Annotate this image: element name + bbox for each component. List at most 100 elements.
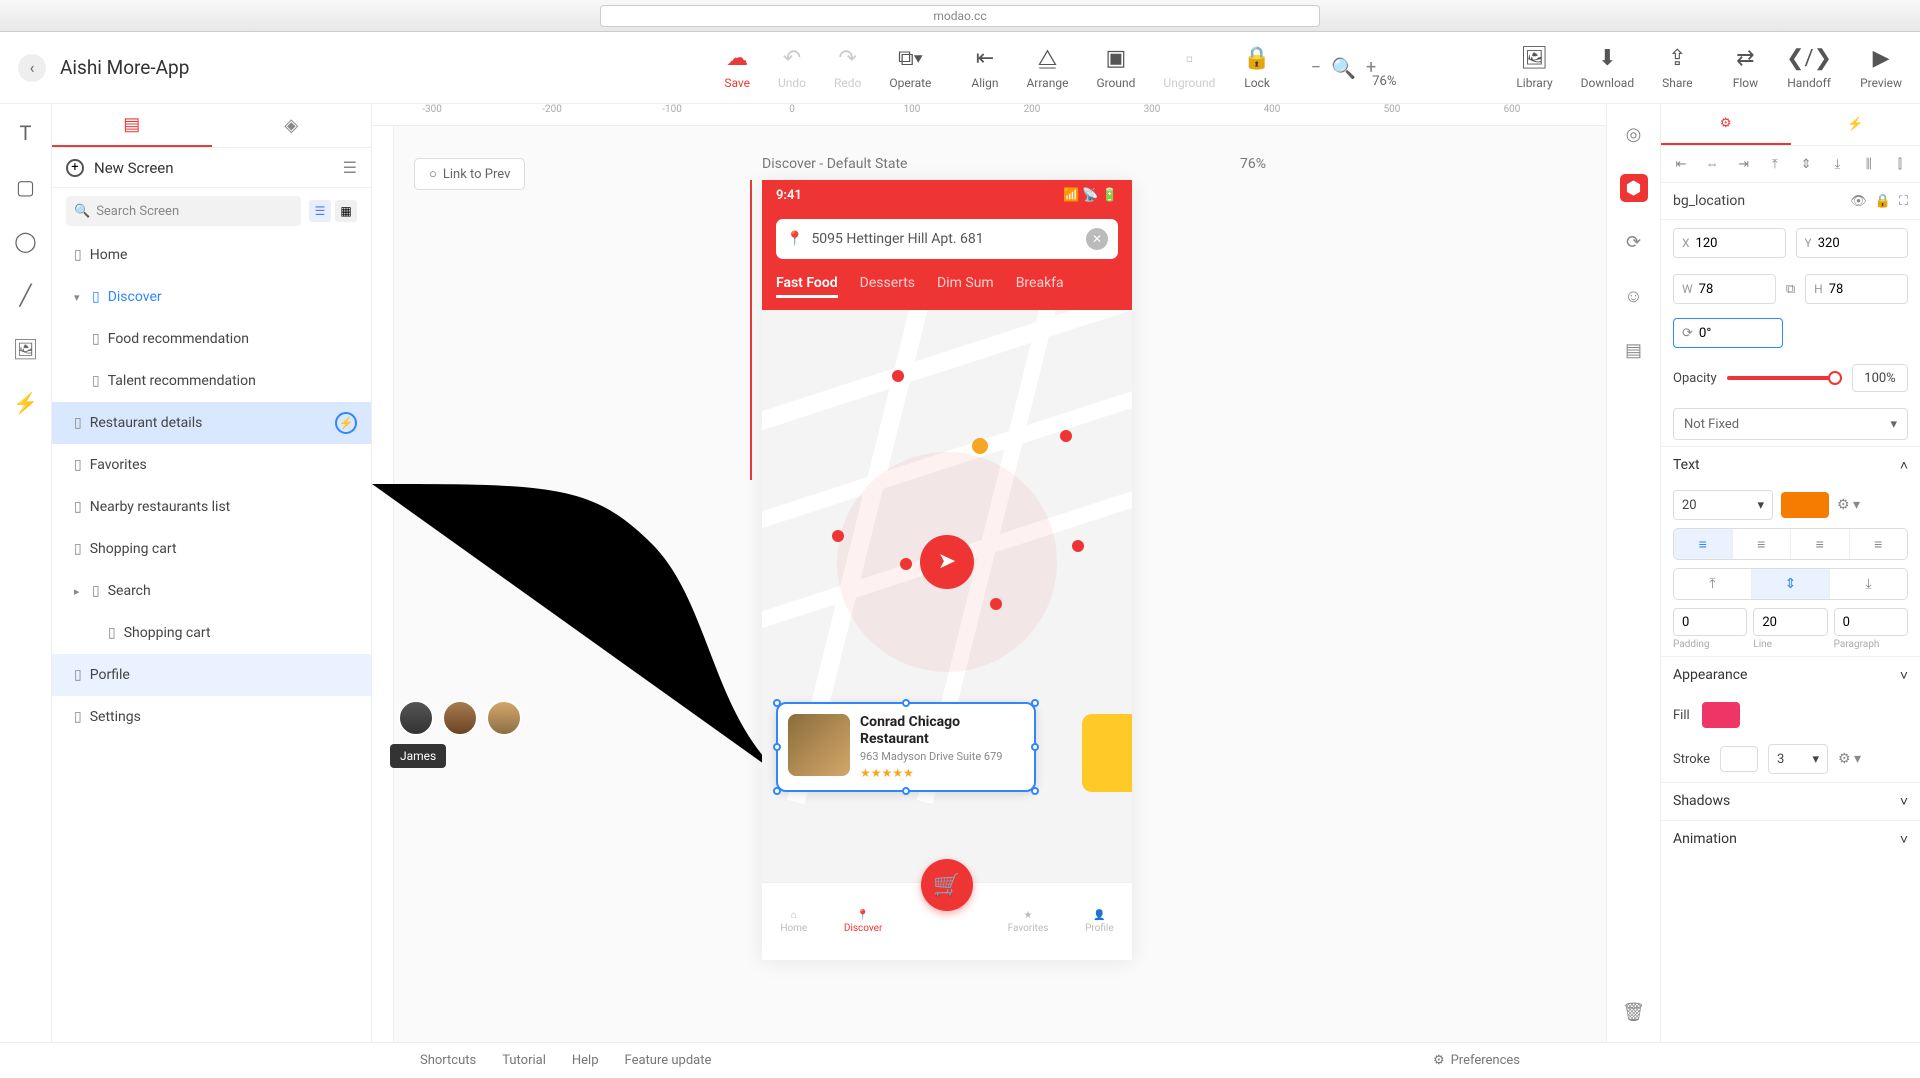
map-pin[interactable] <box>1060 430 1072 442</box>
unground-button[interactable]: ▫Unground <box>1163 46 1215 90</box>
tab-home[interactable]: ⌂Home <box>780 910 807 934</box>
screen-item-search[interactable]: ▸▯Search <box>52 570 371 612</box>
new-screen-row[interactable]: + New Screen ☰ <box>52 148 371 188</box>
w-input[interactable]: W <box>1673 274 1776 304</box>
back-button[interactable]: ‹ <box>18 54 46 82</box>
share-button[interactable]: ⇪Share <box>1662 46 1693 90</box>
list-view-button[interactable]: ☰ <box>309 200 331 222</box>
screen-item-profile[interactable]: ▯Porfile <box>52 654 371 696</box>
cart-fab[interactable]: 🛒 <box>921 859 973 911</box>
align-middle-button[interactable]: ⇕ <box>1752 569 1830 599</box>
undo-button[interactable]: ↶Undo <box>778 46 806 90</box>
animation-section-head[interactable]: Animation˅ <box>1661 820 1920 858</box>
screen-item-nearby[interactable]: ▯Nearby restaurants list <box>52 486 371 528</box>
align-button[interactable]: ⇤Align <box>971 46 998 90</box>
x-input[interactable]: X <box>1673 228 1786 258</box>
screen-item-cart[interactable]: ▯Shopping cart <box>52 528 371 570</box>
address-search-field[interactable]: 📍 5095 Hettinger Hill Apt. 681 ✕ <box>776 219 1118 259</box>
appearance-section-head[interactable]: Appearance˅ <box>1661 656 1920 694</box>
rotation-input[interactable]: ⟳ <box>1673 318 1783 348</box>
operate-button[interactable]: ⧉▾Operate <box>889 46 931 90</box>
emoji-icon[interactable]: ☺ <box>1620 282 1648 310</box>
grid-view-button[interactable]: ▦ <box>335 200 357 222</box>
h-input[interactable]: H <box>1805 274 1908 304</box>
align-left-button[interactable]: ≡ <box>1674 529 1733 559</box>
stroke-width-select[interactable]: 3▾ <box>1768 744 1828 774</box>
preferences-link[interactable]: ⚙Preferences <box>1433 1053 1520 1068</box>
avatar[interactable] <box>398 700 434 736</box>
restaurant-card-selected[interactable]: Conrad Chicago Restaurant 963 Madyson Dr… <box>776 702 1036 792</box>
preview-button[interactable]: ▶Preview <box>1860 46 1902 90</box>
screen-item-discover[interactable]: ▾▯Discover <box>52 276 371 318</box>
screen-item-restaurant-details[interactable]: ▯Restaurant details⚡ <box>52 402 371 444</box>
font-size-select[interactable]: 20▾ <box>1673 490 1773 520</box>
screen-item-talent-rec[interactable]: ▯Talent recommendation <box>52 360 371 402</box>
opacity-value[interactable]: 100% <box>1852 364 1908 392</box>
screen-item-cart-2[interactable]: ▯Shopping cart <box>52 612 371 654</box>
map-pin-orange[interactable] <box>972 438 988 454</box>
trash-icon[interactable]: 🗑 <box>1620 998 1648 1026</box>
zoom-minus-icon[interactable]: − <box>1311 57 1321 78</box>
opacity-slider[interactable] <box>1727 376 1842 380</box>
image-tool[interactable]: 🖼 <box>13 336 39 362</box>
rect-tool[interactable]: ▢ <box>13 174 39 200</box>
align-center-icon[interactable]: ⇔ <box>1702 154 1722 174</box>
align-middle-icon[interactable]: ⇕ <box>1796 154 1816 174</box>
distribute-v-icon[interactable]: ⫿ <box>1890 154 1910 174</box>
cube-icon[interactable]: ⬢ <box>1620 174 1648 202</box>
stroke-color-swatch[interactable] <box>1720 746 1758 772</box>
line-tool[interactable]: ╱ <box>13 282 39 308</box>
paragraph-input[interactable] <box>1834 608 1908 636</box>
avatar[interactable] <box>486 700 522 736</box>
eye-icon[interactable]: 👁 <box>1850 194 1867 209</box>
avatar[interactable] <box>442 700 478 736</box>
screen-item-favorites[interactable]: ▯Favorites <box>52 444 371 486</box>
save-button[interactable]: ☁Save <box>724 46 750 90</box>
align-center-button[interactable]: ≡ <box>1733 529 1792 559</box>
device-frame[interactable]: 9:41 📶 📡 🔋 📍 5095 Hettinger Hill Apt. 68… <box>762 180 1132 960</box>
map-pin[interactable] <box>832 530 844 542</box>
map-pin[interactable] <box>1072 540 1084 552</box>
guide-line[interactable] <box>750 180 752 480</box>
ground-button[interactable]: ▣Ground <box>1096 46 1135 90</box>
text-tool[interactable]: T <box>13 120 39 146</box>
feature-update-link[interactable]: Feature update <box>625 1053 712 1068</box>
align-bottom-button[interactable]: ⤓ <box>1830 569 1907 599</box>
shortcuts-link[interactable]: Shortcuts <box>420 1053 476 1068</box>
url-box[interactable]: modao.cc <box>600 5 1320 27</box>
interaction-tool[interactable]: ⚡ <box>13 390 39 416</box>
line-input[interactable] <box>1753 608 1827 636</box>
canvas[interactable]: -300-200-1000100200300400500600 ○Link to… <box>372 104 1606 1042</box>
layers-tab[interactable]: ◈ <box>212 104 372 147</box>
screen-item-home[interactable]: ▯Home <box>52 234 371 276</box>
redo-button[interactable]: ↷Redo <box>834 46 861 90</box>
locate-button[interactable]: ➤ <box>920 535 974 589</box>
map-pin[interactable] <box>900 558 912 570</box>
tab-breakfast[interactable]: Breakfa <box>1016 275 1064 298</box>
align-justify-button[interactable]: ≡ <box>1850 529 1908 559</box>
link-wh-icon[interactable]: ⧉ <box>1786 282 1795 297</box>
tab-dimsum[interactable]: Dim Sum <box>937 275 994 298</box>
grid-icon[interactable]: ▤ <box>1620 336 1648 364</box>
fill-color-swatch[interactable] <box>1702 702 1740 728</box>
map-pin[interactable] <box>892 370 904 382</box>
download-button[interactable]: ⬇Download <box>1581 46 1634 90</box>
tab-favorites[interactable]: ★Favorites <box>1008 910 1049 934</box>
tab-profile[interactable]: 👤Profile <box>1085 910 1114 934</box>
align-left-icon[interactable]: ⇤ <box>1671 154 1691 174</box>
text-color-swatch[interactable] <box>1781 492 1829 518</box>
fixed-select[interactable]: Not Fixed▾ <box>1673 408 1908 440</box>
screen-item-food-rec[interactable]: ▯Food recommendation <box>52 318 371 360</box>
lock-button[interactable]: 🔒Lock <box>1243 46 1270 90</box>
lock-icon[interactable]: 🔒 <box>1875 194 1891 209</box>
align-right-button[interactable]: ≡ <box>1791 529 1850 559</box>
flow-button[interactable]: ⇄Flow <box>1733 46 1758 90</box>
text-section-head[interactable]: Text˄ <box>1661 446 1920 484</box>
handoff-button[interactable]: ❮/❯Handoff <box>1786 46 1832 90</box>
refresh-icon[interactable]: ⟳ <box>1620 228 1648 256</box>
padding-input[interactable] <box>1673 608 1747 636</box>
align-bottom-icon[interactable]: ⤓ <box>1827 154 1847 174</box>
align-top-button[interactable]: ⤒ <box>1674 569 1752 599</box>
y-input[interactable]: Y <box>1796 228 1909 258</box>
tab-fastfood[interactable]: Fast Food <box>776 275 838 298</box>
